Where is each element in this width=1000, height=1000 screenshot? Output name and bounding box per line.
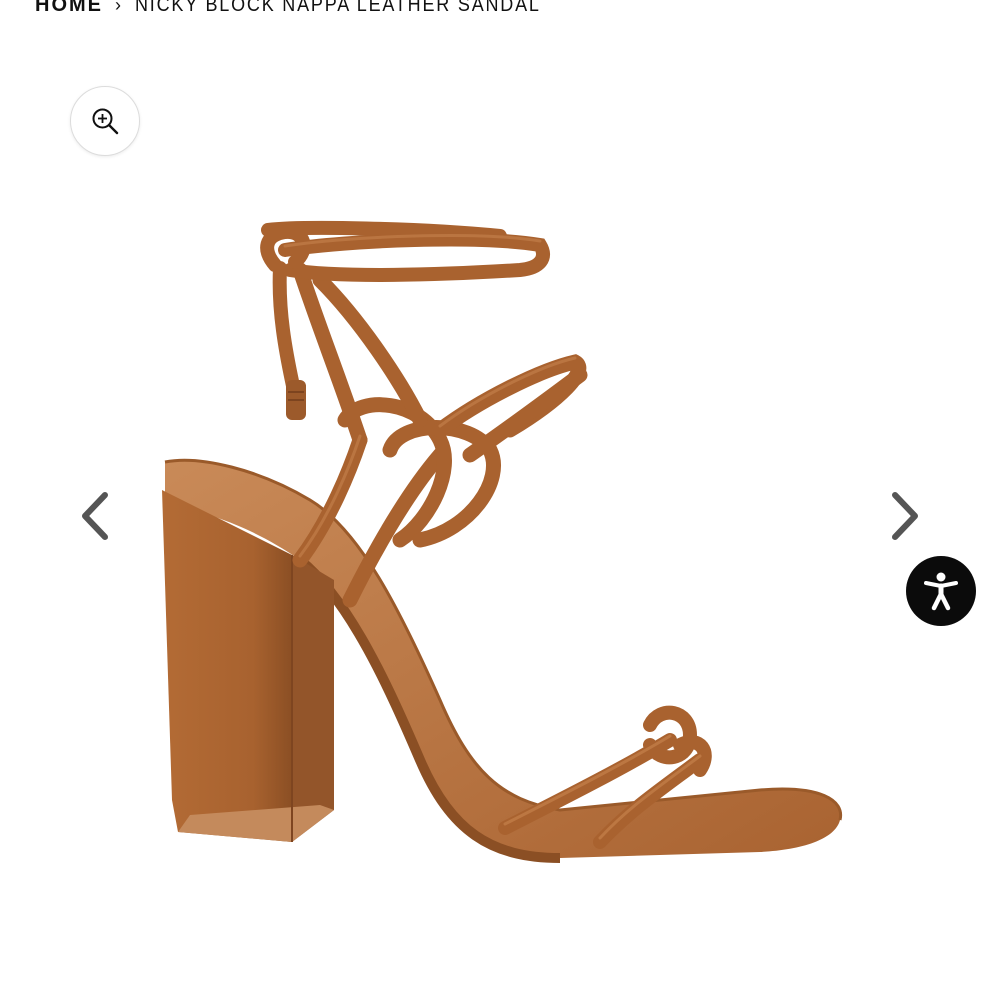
breadcrumb-current-page: NICKY BLOCK NAPPA LEATHER SANDAL <box>135 0 541 16</box>
zoom-in-icon <box>92 108 119 135</box>
breadcrumb: HOME › NICKY BLOCK NAPPA LEATHER SANDAL <box>35 0 586 18</box>
product-page: HOME › NICKY BLOCK NAPPA LEATHER SANDAL <box>0 0 1000 1000</box>
accessibility-button[interactable] <box>906 556 976 626</box>
breadcrumb-home-link[interactable]: HOME <box>35 0 103 17</box>
breadcrumb-separator: › <box>115 0 123 15</box>
chevron-right-icon <box>892 492 918 540</box>
accessibility-person-icon <box>924 572 958 611</box>
product-image <box>162 221 843 863</box>
previous-image-button[interactable] <box>74 488 114 544</box>
next-image-button[interactable] <box>886 488 926 544</box>
chevron-left-icon <box>82 492 108 540</box>
zoom-button[interactable] <box>70 86 140 156</box>
